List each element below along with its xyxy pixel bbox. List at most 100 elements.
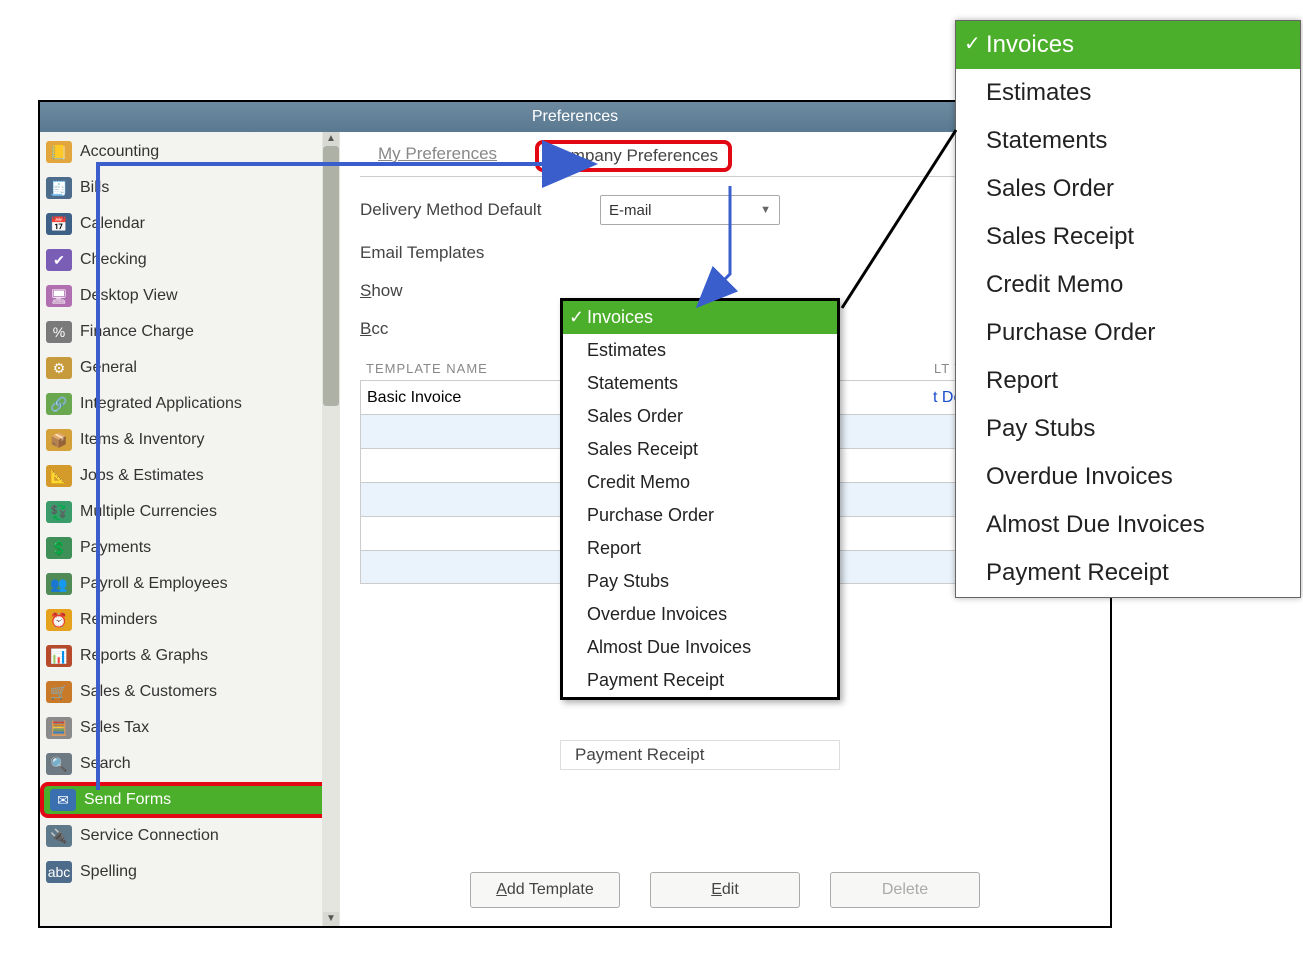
dropdown-option-pay-stubs[interactable]: Pay Stubs xyxy=(956,405,1300,453)
sidebar-item-sales-tax[interactable]: 🧮Sales Tax xyxy=(40,710,340,746)
sidebar-item-label: Send Forms xyxy=(84,791,171,809)
sidebar-item-label: Payroll & Employees xyxy=(80,575,228,593)
sidebar-item-reminders[interactable]: ⏰ Reminders xyxy=(40,602,340,638)
sidebar-item-desktop-view[interactable]: 🖥 Desktop View xyxy=(40,278,340,314)
sidebar-icon: 📅 xyxy=(46,213,72,235)
dropdown-option-almost-due-invoices[interactable]: Almost Due Invoices xyxy=(956,501,1300,549)
sidebar-item-send-forms[interactable]: ✉Send Forms xyxy=(40,782,340,818)
dropdown-option-purchase-order[interactable]: Purchase Order xyxy=(563,499,837,532)
delivery-method-label: Delivery Method Default xyxy=(360,200,600,220)
dropdown-option-estimates[interactable]: Estimates xyxy=(956,69,1300,117)
dropdown-option-invoices[interactable]: Invoices xyxy=(956,21,1300,69)
delivery-method-dropdown[interactable]: E-mail ▼ xyxy=(600,195,780,225)
preferences-sidebar: 📒 Accounting 🧾Bills 📅 Calendar ✔Checking 🖥 Desk… xyxy=(40,132,340,926)
sidebar-item-items-inventory[interactable]: 📦 Items & Inventory xyxy=(40,422,340,458)
sidebar-item-integrated-applications[interactable]: 🔗 Integrated Applications xyxy=(40,386,340,422)
sidebar-item-label: Checking xyxy=(80,251,147,269)
sidebar-item-label: Sales & Customers xyxy=(80,683,217,701)
tab-my-preferences[interactable]: My Preferences xyxy=(370,140,505,172)
sidebar-icon: 🧮 xyxy=(46,717,72,739)
dropdown-option-credit-memo[interactable]: Credit Memo xyxy=(956,261,1300,309)
tab-company-preferences[interactable]: Company Preferences xyxy=(535,140,732,172)
email-templates-label: Email Templates xyxy=(360,243,600,263)
edit-template-button[interactable]: Edit xyxy=(650,872,800,908)
sidebar-icon: 💲 xyxy=(46,537,72,559)
scroll-thumb[interactable] xyxy=(323,146,339,406)
sidebar-item-payments[interactable]: 💲Payments xyxy=(40,530,340,566)
sidebar-item-label: Spelling xyxy=(80,863,137,881)
dropdown-option-sales-receipt[interactable]: Sales Receipt xyxy=(563,433,837,466)
dropdown-option-pay-stubs[interactable]: Pay Stubs xyxy=(563,565,837,598)
dropdown-option-statements[interactable]: Statements xyxy=(563,367,837,400)
dropdown-option-report[interactable]: Report xyxy=(563,532,837,565)
sidebar-icon: 🖥 xyxy=(46,285,72,307)
show-dropdown-panel[interactable]: InvoicesEstimatesStatementsSales OrderSa… xyxy=(560,298,840,700)
sidebar-item-label: Service Connection xyxy=(80,827,219,845)
sidebar-item-jobs-estimates[interactable]: 📐Jobs & Estimates xyxy=(40,458,340,494)
sidebar-item-label: Accounting xyxy=(80,143,159,161)
sidebar-icon: % xyxy=(46,321,72,343)
chevron-down-icon: ▼ xyxy=(760,204,771,216)
sidebar-item-multiple-currencies[interactable]: 💱Multiple Currencies xyxy=(40,494,340,530)
dropdown-option-estimates[interactable]: Estimates xyxy=(563,334,837,367)
sidebar-icon: ⏰ xyxy=(46,609,72,631)
sidebar-icon: 📦 xyxy=(46,429,72,451)
sidebar-item-spelling[interactable]: abc Spelling xyxy=(40,854,340,890)
sidebar-icon: 📒 xyxy=(46,141,72,163)
sidebar-icon: ⚙ xyxy=(46,357,72,379)
sidebar-item-checking[interactable]: ✔Checking xyxy=(40,242,340,278)
dropdown-option-invoices[interactable]: Invoices xyxy=(563,301,837,334)
sidebar-item-label: Finance Charge xyxy=(80,323,194,341)
sidebar-item-label: Integrated Applications xyxy=(80,395,242,413)
dropdown-option-statements[interactable]: Statements xyxy=(956,117,1300,165)
delete-template-button: Delete xyxy=(830,872,980,908)
dropdown-option-almost-due-invoices[interactable]: Almost Due Invoices xyxy=(563,631,837,664)
dropdown-peek-row: Payment Receipt xyxy=(560,740,840,770)
sidebar-item-finance-charge[interactable]: % Finance Charge xyxy=(40,314,340,350)
dropdown-option-payment-receipt[interactable]: Payment Receipt xyxy=(956,549,1300,597)
edit-template-label: Edit xyxy=(711,881,739,899)
scroll-down-icon[interactable]: ▼ xyxy=(323,912,339,926)
dropdown-option-sales-receipt[interactable]: Sales Receipt xyxy=(956,213,1300,261)
sidebar-item-label: Bills xyxy=(80,179,109,197)
sidebar-item-calendar[interactable]: 📅 Calendar xyxy=(40,206,340,242)
sidebar-icon: 🔌 xyxy=(46,825,72,847)
dropdown-option-sales-order[interactable]: Sales Order xyxy=(563,400,837,433)
window-title: Preferences xyxy=(40,102,1110,132)
sidebar-item-label: Desktop View xyxy=(80,287,178,305)
sidebar-item-service-connection[interactable]: 🔌 Service Connection xyxy=(40,818,340,854)
sidebar-item-label: Jobs & Estimates xyxy=(80,467,204,485)
sidebar-icon: abc xyxy=(46,861,72,883)
sidebar-item-label: Multiple Currencies xyxy=(80,503,217,521)
sidebar-item-sales-customers[interactable]: 🛒 Sales & Customers xyxy=(40,674,340,710)
sidebar-scrollbar[interactable]: ▲ ▼ xyxy=(322,132,340,926)
sidebar-item-bills[interactable]: 🧾Bills xyxy=(40,170,340,206)
add-template-button[interactable]: Add Template xyxy=(470,872,620,908)
sidebar-icon: 🔗 xyxy=(46,393,72,415)
sidebar-item-payroll-employees[interactable]: 👥 Payroll & Employees xyxy=(40,566,340,602)
sidebar-icon: 📊 xyxy=(46,645,72,667)
delete-template-label: Delete xyxy=(882,881,928,899)
sidebar-item-general[interactable]: ⚙General xyxy=(40,350,340,386)
dropdown-option-purchase-order[interactable]: Purchase Order xyxy=(956,309,1300,357)
tab-company-preferences-label: Company Preferences xyxy=(549,146,718,165)
dropdown-option-report[interactable]: Report xyxy=(956,357,1300,405)
zoom-dropdown-panel: InvoicesEstimatesStatementsSales OrderSa… xyxy=(955,20,1301,598)
dropdown-option-payment-receipt[interactable]: Payment Receipt xyxy=(563,664,837,697)
sidebar-item-search[interactable]: 🔍Search xyxy=(40,746,340,782)
add-template-label: Add Template xyxy=(496,881,594,899)
sidebar-item-accounting[interactable]: 📒 Accounting xyxy=(40,134,340,170)
scroll-up-icon[interactable]: ▲ xyxy=(323,132,339,146)
dropdown-option-overdue-invoices[interactable]: Overdue Invoices xyxy=(956,453,1300,501)
delivery-method-value: E-mail xyxy=(609,202,652,219)
dropdown-option-overdue-invoices[interactable]: Overdue Invoices xyxy=(563,598,837,631)
sidebar-item-reports-graphs[interactable]: 📊 Reports & Graphs xyxy=(40,638,340,674)
sidebar-item-label: Reports & Graphs xyxy=(80,647,208,665)
sidebar-icon: 🛒 xyxy=(46,681,72,703)
sidebar-item-label: Items & Inventory xyxy=(80,431,205,449)
sidebar-item-label: Calendar xyxy=(80,215,145,233)
dropdown-option-sales-order[interactable]: Sales Order xyxy=(956,165,1300,213)
dropdown-option-credit-memo[interactable]: Credit Memo xyxy=(563,466,837,499)
sidebar-icon: 👥 xyxy=(46,573,72,595)
sidebar-item-label: Reminders xyxy=(80,611,157,629)
